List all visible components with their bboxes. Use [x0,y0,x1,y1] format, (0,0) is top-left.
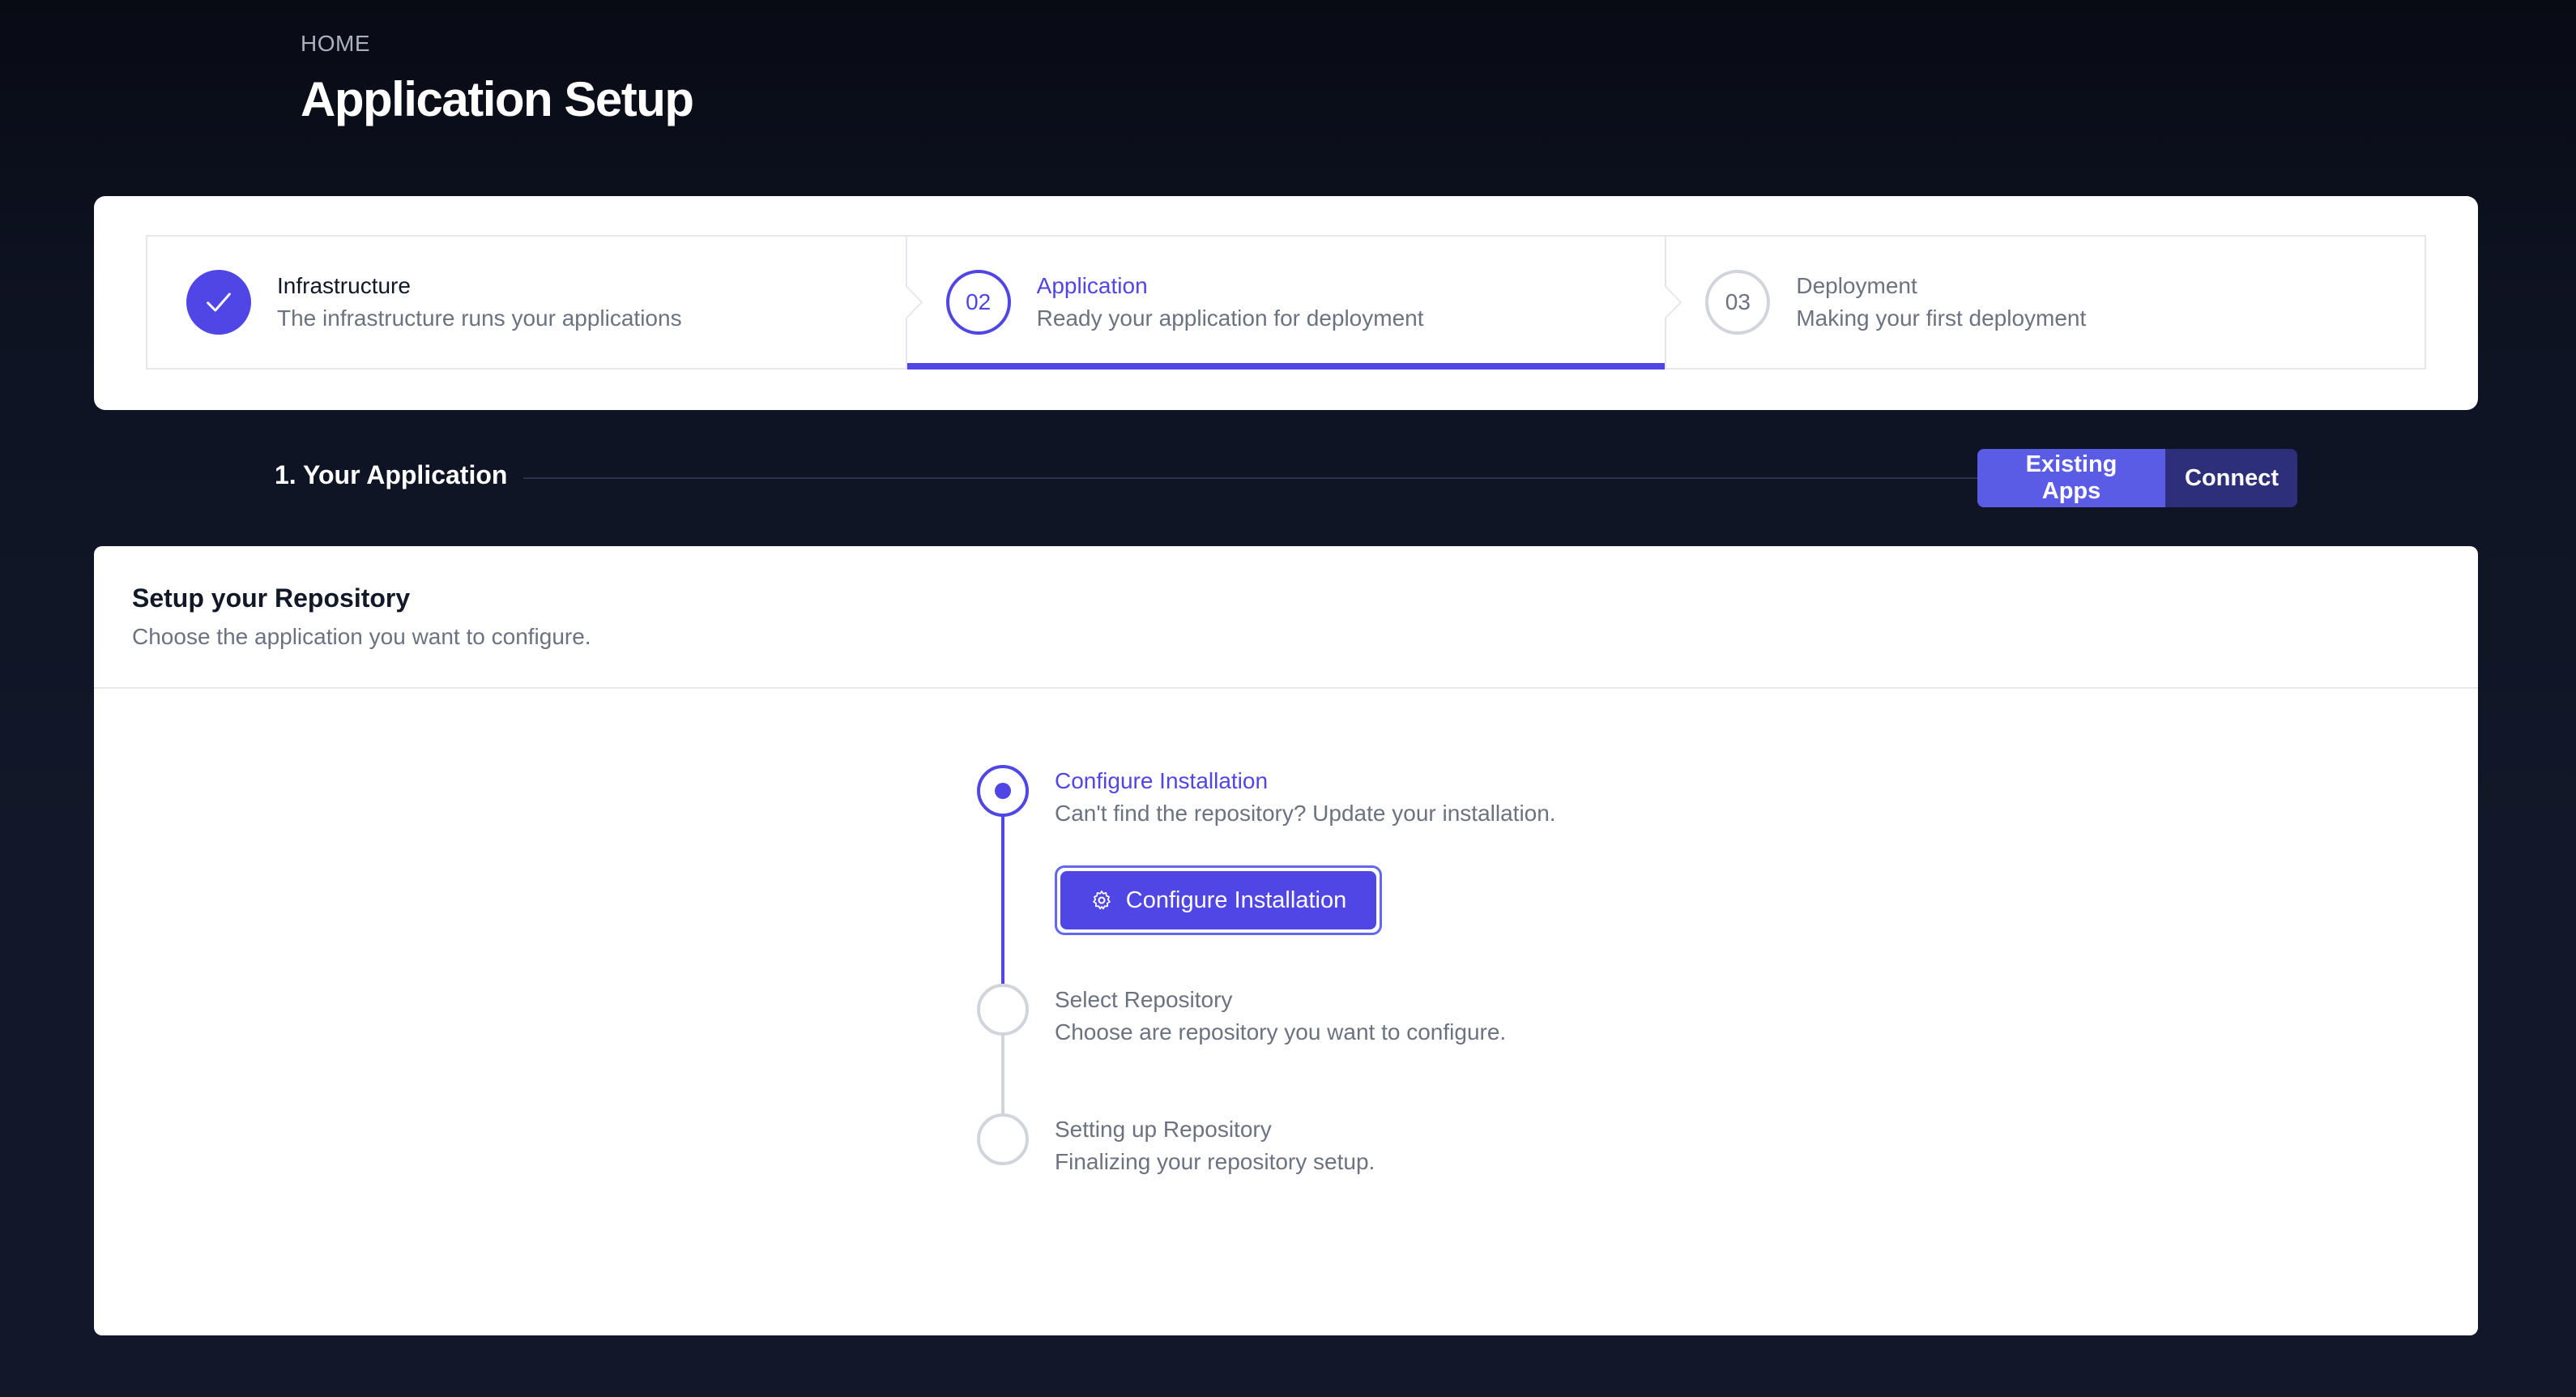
check-icon [207,293,231,312]
timeline-item: Select Repository Choose are repository … [1055,984,1506,1049]
timeline-item-subtitle: Can't find the repository? Update your i… [1055,801,1556,826]
breadcrumb[interactable]: HOME [301,31,370,57]
step-subtitle: The infrastructure runs your application… [277,305,682,331]
step-title: Deployment [1796,273,1917,298]
app-source-toggle: Existing Apps Connect [1977,449,2297,507]
configure-installation-label: Configure Installation [1125,886,1347,913]
step-number: 03 [1705,270,1771,335]
timeline-item-title: Setting up Repository [1055,1117,1272,1142]
timeline-item-subtitle: Choose are repository you want to config… [1055,1019,1507,1045]
step-number: 02 [945,270,1011,335]
card-title: Setup your Repository [132,583,411,613]
section-divider [523,477,1978,479]
timeline-current-dot [977,765,1029,817]
timeline-upcoming-dot [977,1113,1029,1165]
chevron-right-icon [1665,237,1683,368]
step-infrastructure[interactable]: Infrastructure The infrastructure runs y… [147,237,906,368]
step-deployment[interactable]: 03 Deployment Making your first deployme… [1665,237,2425,368]
existing-apps-button[interactable]: Existing Apps [1977,449,2165,507]
stepper-card: Infrastructure The infrastructure runs y… [94,196,2478,410]
repository-card: Setup your Repository Choose the applica… [94,546,2478,1335]
timeline-item-title: Select Repository [1055,987,1233,1012]
timeline-item-subtitle: Finalizing your repository setup. [1055,1149,1375,1174]
gear-icon [1092,891,1111,910]
step-title: Application [1036,273,1148,298]
step-title: Infrastructure [277,273,411,298]
timeline-connector [1001,1034,1004,1115]
chevron-right-icon [905,237,923,368]
repository-card-header: Setup your Repository Choose the applica… [94,546,2478,689]
connect-button[interactable]: Connect [2165,449,2297,507]
setup-timeline: Configure Installation Can't find the re… [977,765,1787,1219]
step-complete-indicator [186,270,251,335]
card-subtitle: Choose the application you want to confi… [132,624,591,649]
timeline-item-title: Configure Installation [1055,768,1269,793]
step-subtitle: Ready your application for deployment [1036,305,1424,331]
timeline-upcoming-dot [977,984,1029,1036]
step-subtitle: Making your first deployment [1796,305,2087,331]
step-application[interactable]: 02 Application Ready your application fo… [905,237,1665,370]
page-title: Application Setup [301,72,694,126]
timeline-connector [1001,815,1004,984]
timeline-item: Configure Installation Can't find the re… [1055,765,1556,830]
configure-installation-button[interactable]: Configure Installation [1055,865,1382,935]
progress-stepper: Infrastructure The infrastructure runs y… [146,235,2426,370]
timeline-item: Setting up Repository Finalizing your re… [1055,1113,1375,1178]
section-title: 1. Your Application [275,460,508,489]
